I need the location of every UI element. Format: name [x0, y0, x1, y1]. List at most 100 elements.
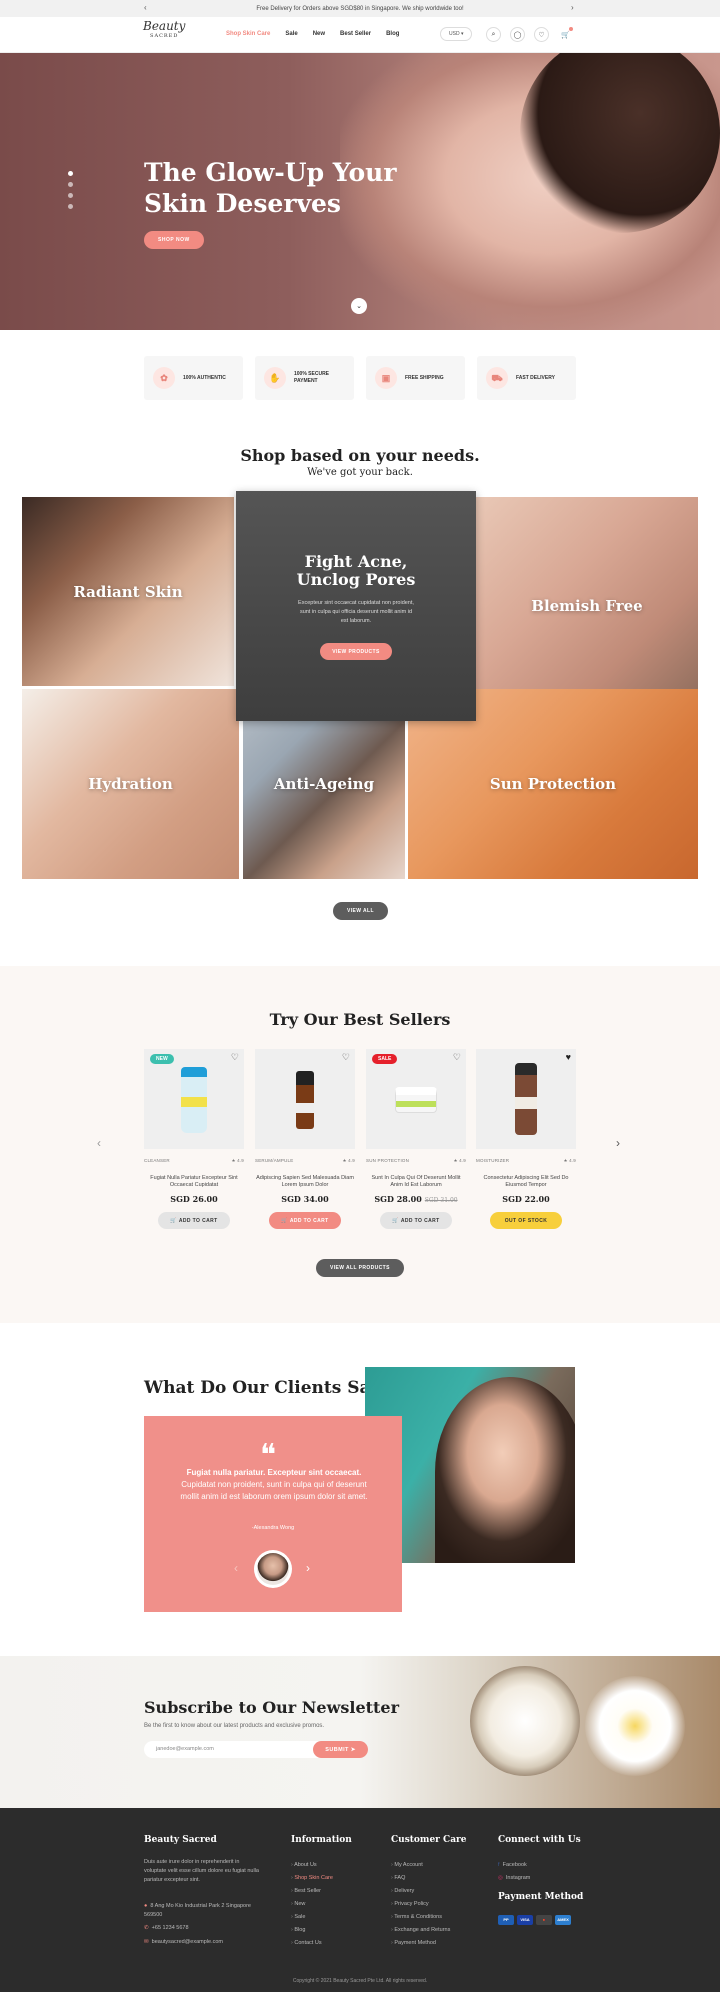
nav-sale[interactable]: Sale — [285, 31, 297, 37]
footer-customer-care-links: My Account FAQ Delivery Privacy Policy T… — [391, 1859, 450, 1950]
footer-email[interactable]: ✉ beautysacred@example.com — [144, 1939, 223, 1945]
wishlist-heart-icon[interactable]: ♥ — [566, 1052, 571, 1062]
footer-link[interactable]: New — [291, 1898, 333, 1911]
product-rating: ★ 4.9 — [231, 1158, 244, 1163]
testimonial-quote: Fugiat nulla pariatur. Excepteur sint oc… — [180, 1468, 368, 1501]
footer-link[interactable]: FAQ — [391, 1872, 450, 1885]
testimonials-title: What Do Our Clients Say? — [144, 1378, 391, 1398]
category-hydration[interactable]: Hydration — [22, 689, 239, 879]
announcement-text: Free Delivery for Orders above SGD$80 in… — [256, 5, 464, 12]
product-name[interactable]: Consectetur Adipiscing Elit Sed Do Eiusm… — [476, 1175, 576, 1189]
product-card[interactable]: NEW ♡ CLEANSER ★ 4.9 Fugiat Nulla Pariatu… — [144, 1049, 244, 1229]
product-category: CLEANSER — [144, 1158, 170, 1163]
category-blemish-free[interactable]: Blemish Free — [476, 497, 698, 715]
box-icon: ▣ — [375, 367, 397, 389]
footer-link[interactable]: Privacy Policy — [391, 1898, 450, 1911]
product-rating: ★ 4.9 — [563, 1158, 576, 1163]
footer-link[interactable]: Contact Us — [291, 1937, 333, 1950]
footer-link[interactable]: Best Seller — [291, 1885, 333, 1898]
wishlist-heart-icon[interactable]: ♡ — [342, 1052, 350, 1063]
visa-icon: VISA — [517, 1915, 533, 1925]
amex-icon: AMEX — [555, 1915, 571, 1925]
main-nav: Shop Skin Care Sale New Best Seller Blog — [226, 31, 399, 37]
announcement-next-icon[interactable]: › — [571, 3, 574, 12]
cart-icon[interactable]: 🛒 — [558, 27, 573, 42]
product-card[interactable]: SALE ♡ SUN PROTECTION ★ 4.9 Sunt In Culpa… — [366, 1049, 466, 1229]
product-card[interactable]: ♥ MOISTURIZER ★ 4.9 Consectetur Adipiscin… — [476, 1049, 576, 1229]
view-all-categories-button[interactable]: VIEW ALL — [333, 902, 388, 920]
product-image[interactable]: SALE ♡ — [366, 1049, 466, 1149]
footer-link[interactable]: About Us — [291, 1859, 333, 1872]
feature-fast-delivery: ⛟ FAST DELIVERY — [477, 356, 576, 400]
product-rating: ★ 4.9 — [342, 1158, 355, 1163]
nav-blog[interactable]: Blog — [386, 31, 399, 37]
wishlist-icon[interactable]: ♡ — [534, 27, 549, 42]
footer-link[interactable]: Exchange and Returns — [391, 1924, 450, 1937]
sale-badge: SALE — [372, 1054, 398, 1064]
categories-subtitle: We've got your back. — [307, 467, 413, 478]
wishlist-heart-icon[interactable]: ♡ — [453, 1052, 461, 1063]
secure-icon: ✋ — [264, 367, 286, 389]
product-image[interactable]: ♥ — [476, 1049, 576, 1149]
location-icon: ● — [144, 1903, 148, 1909]
footer-link[interactable]: Sale — [291, 1911, 333, 1924]
view-all-products-button[interactable]: VIEW ALL PRODUCTS — [316, 1259, 404, 1277]
product-category: SUN PROTECTION — [366, 1158, 410, 1163]
footer-link[interactable]: Payment Method — [391, 1937, 450, 1950]
carousel-next-icon[interactable]: › — [616, 1136, 620, 1150]
payment-methods: PP VISA ●● AMEX — [498, 1908, 574, 1926]
site-footer: Beauty Sacred Duis aute irure dolor in r… — [0, 1808, 720, 1992]
shop-now-button[interactable]: SHOP NOW — [144, 231, 204, 249]
wishlist-heart-icon[interactable]: ♡ — [231, 1052, 239, 1063]
out-of-stock-button[interactable]: OUT OF STOCK — [490, 1212, 562, 1229]
add-to-cart-button[interactable]: 🛒 ADD TO CART — [158, 1212, 230, 1229]
account-icon[interactable]: ◯ — [510, 27, 525, 42]
footer-link[interactable]: Terms & Conditions — [391, 1911, 450, 1924]
footer-link[interactable]: Shop Skin Care — [291, 1872, 333, 1885]
featured-category-title: Fight Acne, Unclog Pores — [296, 552, 416, 589]
currency-select[interactable]: USD ▾ — [440, 27, 473, 41]
testimonial-avatar — [254, 1550, 292, 1588]
facebook-link[interactable]: f Facebook — [498, 1859, 530, 1872]
testimonial-next-icon[interactable]: › — [306, 1561, 310, 1575]
footer-link[interactable]: Blog — [291, 1924, 333, 1937]
product-name[interactable]: Fugiat Nulla Pariatur Excepteur Sint Occ… — [144, 1175, 244, 1189]
footer-social: f Facebook ◎ Instagram — [498, 1859, 530, 1885]
submit-button[interactable]: SUBMIT ➤ — [313, 1741, 368, 1758]
product-card[interactable]: ♡ SERUM/AMPULE ★ 4.9 Adipiscing Sapien Se… — [255, 1049, 355, 1229]
feature-strip: ✿ 100% AUTHENTIC ✋ 100% SECURE PAYMENT ▣ FR… — [144, 356, 576, 400]
nav-best-seller[interactable]: Best Seller — [340, 31, 371, 37]
hero-pagination[interactable] — [68, 171, 73, 209]
product-image[interactable]: ♡ — [255, 1049, 355, 1149]
instagram-link[interactable]: ◎ Instagram — [498, 1872, 530, 1885]
category-featured-acne[interactable]: Fight Acne, Unclog Pores Excepteur sint o… — [236, 491, 476, 721]
testimonial-prev-icon[interactable]: ‹ — [234, 1561, 238, 1575]
phone-icon: ✆ — [144, 1925, 149, 1931]
product-rating: ★ 4.9 — [453, 1158, 466, 1163]
hero-banner: The Glow-Up Your Skin Deserves SHOP NOW ⌄ — [0, 53, 720, 330]
search-icon[interactable]: ⌕ — [486, 27, 501, 42]
badge-icon: ✿ — [153, 367, 175, 389]
view-products-button[interactable]: VIEW PRODUCTS — [320, 643, 392, 660]
product-name[interactable]: Sunt In Culpa Qui Of Deserunt Mollit Ani… — [366, 1175, 466, 1189]
product-name[interactable]: Adipiscing Sapien Sed Malesuada Diam Lor… — [255, 1175, 355, 1189]
add-to-cart-button[interactable]: 🛒 ADD TO CART — [380, 1212, 452, 1229]
add-to-cart-button[interactable]: 🛒 ADD TO CART — [269, 1212, 341, 1229]
feature-free-shipping: ▣ FREE SHIPPING — [366, 356, 465, 400]
footer-phone[interactable]: ✆ +65 1234 5678 — [144, 1925, 189, 1931]
category-radiant-skin[interactable]: Radiant Skin — [22, 497, 234, 686]
footer-connect-title: Connect with Us — [498, 1835, 581, 1845]
chevron-down-icon[interactable]: ⌄ — [351, 298, 367, 314]
carousel-prev-icon[interactable]: ‹ — [97, 1136, 101, 1150]
footer-information-links: About Us Shop Skin Care Best Seller New … — [291, 1859, 333, 1950]
announcement-prev-icon[interactable]: ‹ — [144, 3, 147, 12]
footer-link[interactable]: My Account — [391, 1859, 450, 1872]
nav-shop-skin-care[interactable]: Shop Skin Care — [226, 31, 270, 37]
instagram-icon: ◎ — [498, 1875, 503, 1881]
nav-new[interactable]: New — [313, 31, 325, 37]
footer-link[interactable]: Delivery — [391, 1885, 450, 1898]
feature-authentic: ✿ 100% AUTHENTIC — [144, 356, 243, 400]
footer-about: Duis aute irure dolor in reprehenderit i… — [144, 1859, 259, 1883]
product-image[interactable]: NEW ♡ — [144, 1049, 244, 1149]
logo[interactable]: Beauty SACRED — [143, 20, 185, 41]
